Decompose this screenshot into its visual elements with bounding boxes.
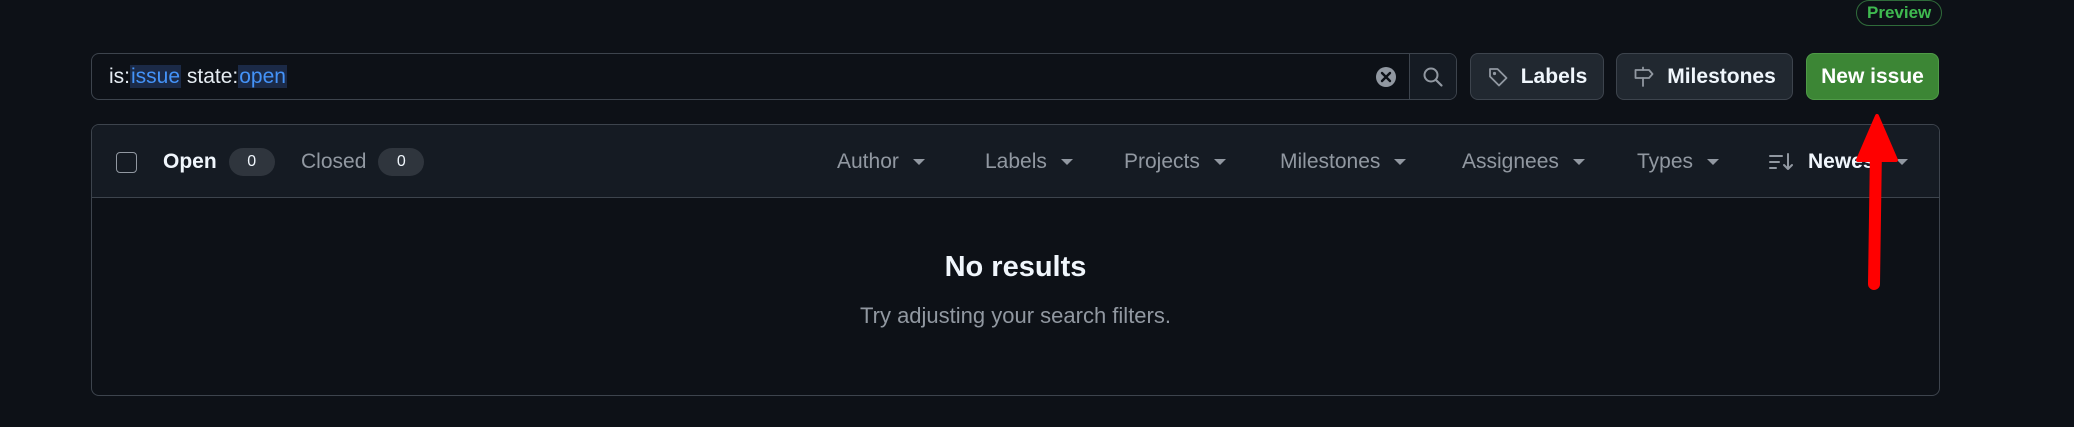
search-token: is: [109,64,130,88]
tab-closed[interactable]: Closed 0 [301,147,425,177]
red-arrow-annotation [1856,114,1898,290]
new-issue-button[interactable]: New issue [1806,53,1939,100]
filter-milestones-label: Milestones [1280,150,1381,173]
filter-projects[interactable]: Projects [1124,147,1226,177]
preview-badge-label: Preview [1867,3,1932,22]
chevron-down-icon [1572,159,1585,165]
filter-assignees[interactable]: Assignees [1462,147,1585,177]
filter-assignees-label: Assignees [1462,150,1559,173]
search-qualifier-value: issue [130,64,182,88]
milestone-icon [1634,66,1654,87]
search-qualifier-value: open [238,64,287,88]
empty-state-title: No results [944,251,1087,283]
issues-page: Preview is:issue state:open Labels Miles… [0,0,2074,427]
search-bar[interactable]: is:issue state:open [91,53,1457,100]
filter-projects-label: Projects [1124,150,1200,173]
chevron-down-icon [912,159,925,165]
empty-state-subtitle: Try adjusting your search filters. [860,303,1171,328]
open-count-badge: 0 [228,148,275,176]
search-button[interactable] [1409,54,1456,99]
issues-list-panel: Open 0 Closed 0 Author Labels Projects M… [91,124,1940,396]
filter-milestones[interactable]: Milestones [1280,147,1407,177]
chevron-down-icon [1213,159,1226,165]
filter-author-label: Author [837,150,899,173]
labels-button[interactable]: Labels [1470,53,1604,100]
preview-badge[interactable]: Preview [1856,0,1943,26]
milestones-button[interactable]: Milestones [1616,53,1793,100]
chevron-down-icon [1394,159,1407,165]
milestones-button-label: Milestones [1667,64,1776,88]
search-input[interactable]: is:issue state:open [92,64,1363,89]
tab-closed-label: Closed [301,150,367,173]
filter-types-label: Types [1637,150,1694,173]
labels-button-label: Labels [1520,64,1588,88]
chevron-down-icon [1707,159,1720,165]
select-all-checkbox[interactable] [116,152,137,173]
closed-count-badge: 0 [378,148,425,176]
filter-types[interactable]: Types [1637,147,1720,177]
filter-author[interactable]: Author [837,147,925,177]
sort-desc-icon [1769,153,1793,170]
search-token: state: [181,64,239,88]
tab-open[interactable]: Open 0 [163,147,275,177]
issues-list-header: Open 0 Closed 0 Author Labels Projects M… [92,125,1939,198]
search-icon [1423,67,1443,87]
filter-labels-label: Labels [985,150,1047,173]
filter-labels[interactable]: Labels [985,147,1073,177]
tag-icon [1488,67,1508,86]
x-circle-fill-icon [1376,66,1396,87]
tab-open-label: Open [163,150,217,173]
new-issue-button-label: New issue [1821,64,1924,88]
chevron-down-icon [1060,159,1073,165]
clear-search-button[interactable] [1363,55,1409,99]
